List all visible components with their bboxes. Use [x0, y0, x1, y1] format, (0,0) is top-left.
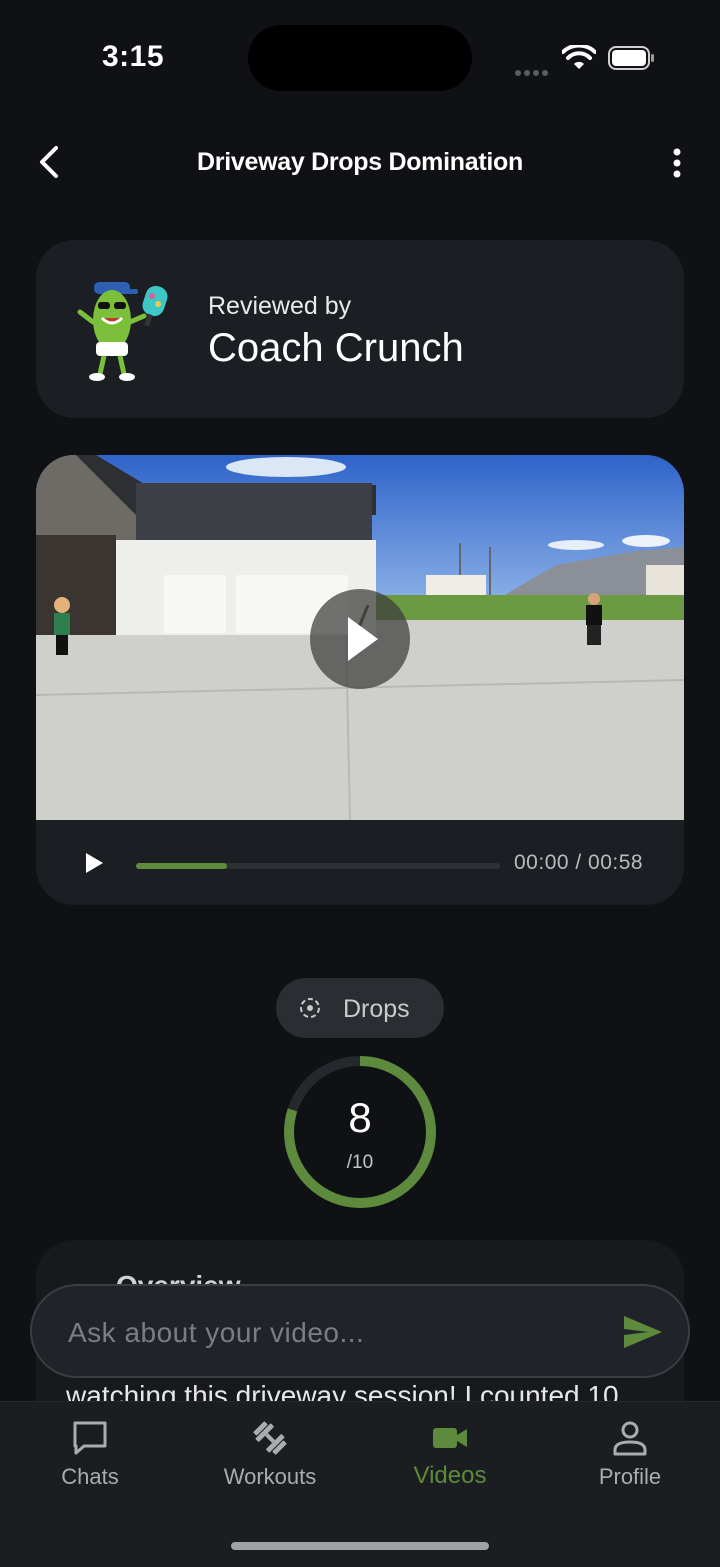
dynamic-island [248, 25, 472, 91]
status-time: 3:15 [102, 40, 165, 73]
play-pause-button[interactable] [86, 853, 103, 873]
status-bar: 3:15 [0, 0, 720, 120]
tab-videos[interactable]: Videos [360, 1402, 540, 1512]
cellular-signal-icon [515, 63, 553, 76]
tab-videos-label: Videos [413, 1462, 487, 1489]
score-max: /10 [346, 1152, 374, 1173]
reviewed-by-label: Reviewed by [208, 292, 352, 320]
chat-bubble-icon [73, 1421, 107, 1455]
video-player: 00:00 / 00:58 [36, 455, 684, 905]
target-icon [300, 998, 320, 1018]
tab-workouts-label: Workouts [223, 1464, 317, 1489]
battery-icon [608, 46, 654, 70]
tab-workouts[interactable]: Workouts [180, 1402, 360, 1512]
video-progress-bar[interactable] [136, 863, 500, 869]
coach-name: Coach Crunch [208, 326, 464, 370]
page-title: Driveway Drops Domination [197, 148, 523, 176]
play-overlay-button[interactable] [310, 589, 410, 689]
tab-profile-label: Profile [598, 1464, 662, 1489]
ask-video-input[interactable]: Ask about your video... [30, 1284, 690, 1378]
wifi-icon [562, 45, 596, 69]
send-icon [624, 1316, 662, 1348]
person-icon [613, 1421, 647, 1456]
coach-review-card: Reviewed by Coach Crunch [36, 240, 684, 418]
tab-profile[interactable]: Profile [540, 1402, 720, 1512]
score-value: 8 [348, 1094, 372, 1141]
video-camera-icon [433, 1428, 467, 1448]
send-button[interactable] [622, 1314, 664, 1350]
video-progress-fill [136, 863, 227, 869]
skill-category-chip[interactable]: Drops [276, 978, 444, 1038]
more-options-button[interactable] [662, 144, 692, 184]
ask-video-placeholder: Ask about your video... [68, 1317, 365, 1348]
video-time-readout: 00:00 / 00:58 [514, 851, 644, 874]
dumbbell-icon [253, 1421, 287, 1455]
play-icon [348, 617, 378, 661]
tab-chats[interactable]: Chats [0, 1402, 180, 1512]
coach-pickle-mascot [77, 282, 168, 381]
tab-chats-label: Chats [61, 1464, 119, 1489]
navigation-header: Driveway Drops Domination [0, 130, 720, 194]
home-indicator [231, 1542, 489, 1550]
video-controls: 00:00 / 00:58 [36, 820, 684, 905]
skill-label: Drops [343, 995, 410, 1023]
back-button[interactable] [34, 142, 68, 182]
